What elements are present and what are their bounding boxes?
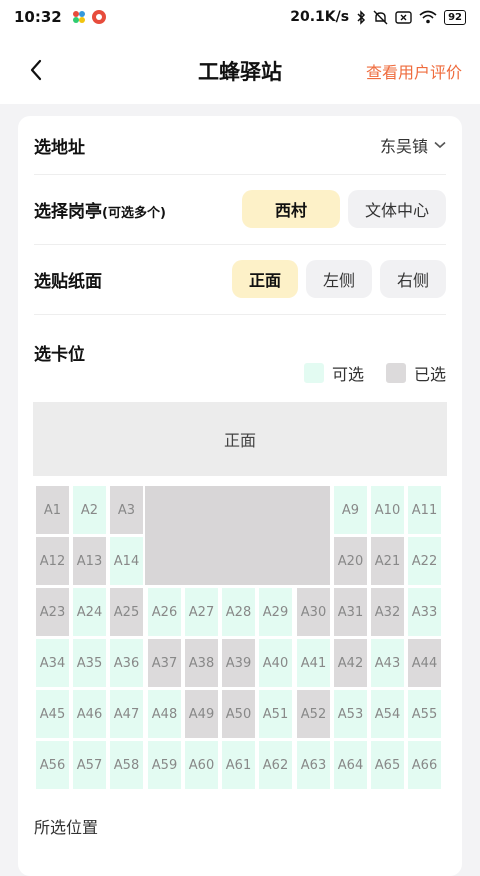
seat-a14[interactable]: A14 [110,537,143,585]
slot-legend: 可选 已选 [303,361,446,385]
seat-a36[interactable]: A36 [110,639,143,687]
address-row: 选地址 东吴镇 [34,116,446,175]
seat-a39[interactable]: A39 [222,639,255,687]
seat-a57[interactable]: A57 [73,741,106,789]
seat-a51[interactable]: A51 [259,690,292,738]
seat-a59[interactable]: A59 [148,741,181,789]
seat-a64[interactable]: A64 [334,741,367,789]
seat-a37[interactable]: A37 [148,639,181,687]
available-legend-text: 可选 [331,365,364,384]
available-swatch [303,363,324,383]
seat-a12[interactable]: A12 [36,537,69,585]
pinwheel-app-icon [72,11,85,23]
address-select[interactable]: 东吴镇 [380,133,446,157]
seat-a56[interactable]: A56 [36,741,69,789]
chevron-left-icon [30,59,42,81]
seat-a9[interactable]: A9 [334,486,367,534]
side-option-right[interactable]: 右侧 [380,260,446,298]
seat-a31[interactable]: A31 [334,588,367,636]
kiosk-options: 西村 文体中心 [242,190,446,228]
kiosk-option-culture-center[interactable]: 文体中心 [348,190,446,228]
seat-a52[interactable]: A52 [297,690,330,738]
seat-a53[interactable]: A53 [334,690,367,738]
chevron-down-icon [434,141,446,149]
close-box-icon [395,10,412,24]
seat-a10[interactable]: A10 [371,486,404,534]
kiosk-hint: (可选多个) [102,205,166,221]
seat-a48[interactable]: A48 [148,690,181,738]
seat-a43[interactable]: A43 [371,639,404,687]
seat-a20[interactable]: A20 [334,537,367,585]
seat-a38[interactable]: A38 [185,639,218,687]
status-bar: 10:32 20.1K/s 92 [0,0,480,34]
booking-card: 选地址 东吴镇 选择岗亭(可选多个) 西村 文体中心 选贴纸面 正面 左侧 右侧… [18,116,462,876]
seat-a44[interactable]: A44 [408,639,441,687]
taken-swatch [385,363,406,383]
mute-bell-icon [373,10,388,24]
seat-a22[interactable]: A22 [408,537,441,585]
seat-a27[interactable]: A27 [185,588,218,636]
wifi-icon [419,10,437,24]
seat-a25[interactable]: A25 [110,588,143,636]
seat-a11[interactable]: A11 [408,486,441,534]
seat-a50[interactable]: A50 [222,690,255,738]
seat-a60[interactable]: A60 [185,741,218,789]
seat-a32[interactable]: A32 [371,588,404,636]
address-label: 选地址 [34,137,85,158]
seat-a49[interactable]: A49 [185,690,218,738]
bluetooth-icon [357,9,366,25]
network-speed: 20.1K/s [290,9,350,25]
seat-a61[interactable]: A61 [222,741,255,789]
kiosk-option-xicun[interactable]: 西村 [242,190,340,228]
kiosk-row: 选择岗亭(可选多个) 西村 文体中心 [34,174,446,245]
seat-a55[interactable]: A55 [408,690,441,738]
seat-a1[interactable]: A1 [36,486,69,534]
seat-a24[interactable]: A24 [73,588,106,636]
seat-a29[interactable]: A29 [259,588,292,636]
side-option-front[interactable]: 正面 [232,260,298,298]
seat-a21[interactable]: A21 [371,537,404,585]
seat-a40[interactable]: A40 [259,639,292,687]
selected-position-label: 所选位置 [34,818,99,837]
taken-legend-text: 已选 [413,365,446,384]
blocked-area [145,486,330,534]
seat-a33[interactable]: A33 [408,588,441,636]
seat-a65[interactable]: A65 [371,741,404,789]
address-value: 东吴镇 [379,137,428,156]
seat-a58[interactable]: A58 [110,741,143,789]
seat-a28[interactable]: A28 [222,588,255,636]
seat-a63[interactable]: A63 [297,741,330,789]
blocked-area-lower [145,534,330,585]
seat-a13[interactable]: A13 [73,537,106,585]
seat-a62[interactable]: A62 [259,741,292,789]
back-button[interactable] [22,56,50,84]
red-app-icon [91,10,106,24]
side-label: 选贴纸面 [34,271,102,292]
seat-a46[interactable]: A46 [73,690,106,738]
nav-bar: 工蜂驿站 查看用户评价 [0,34,480,104]
seat-a54[interactable]: A54 [371,690,404,738]
seat-a35[interactable]: A35 [73,639,106,687]
seat-a26[interactable]: A26 [148,588,181,636]
slot-label: 选卡位 [34,345,85,365]
side-options: 正面 左侧 右侧 [232,260,446,298]
seat-a2[interactable]: A2 [73,486,106,534]
seat-a3[interactable]: A3 [110,486,143,534]
seat-a30[interactable]: A30 [297,588,330,636]
seat-a23[interactable]: A23 [36,588,69,636]
seat-a41[interactable]: A41 [297,639,330,687]
battery-icon: 92 [444,9,466,25]
seat-a47[interactable]: A47 [110,690,143,738]
status-time: 10:32 [14,8,62,26]
seat-a34[interactable]: A34 [36,639,69,687]
front-wall: 正面 [33,402,447,476]
side-row: 选贴纸面 正面 左侧 右侧 [34,244,446,315]
side-option-left[interactable]: 左侧 [306,260,372,298]
view-reviews-link[interactable]: 查看用户评价 [366,59,462,83]
seat-a45[interactable]: A45 [36,690,69,738]
seat-a66[interactable]: A66 [408,741,441,789]
seat-a42[interactable]: A42 [334,639,367,687]
kiosk-label: 选择岗亭(可选多个) [34,201,166,222]
